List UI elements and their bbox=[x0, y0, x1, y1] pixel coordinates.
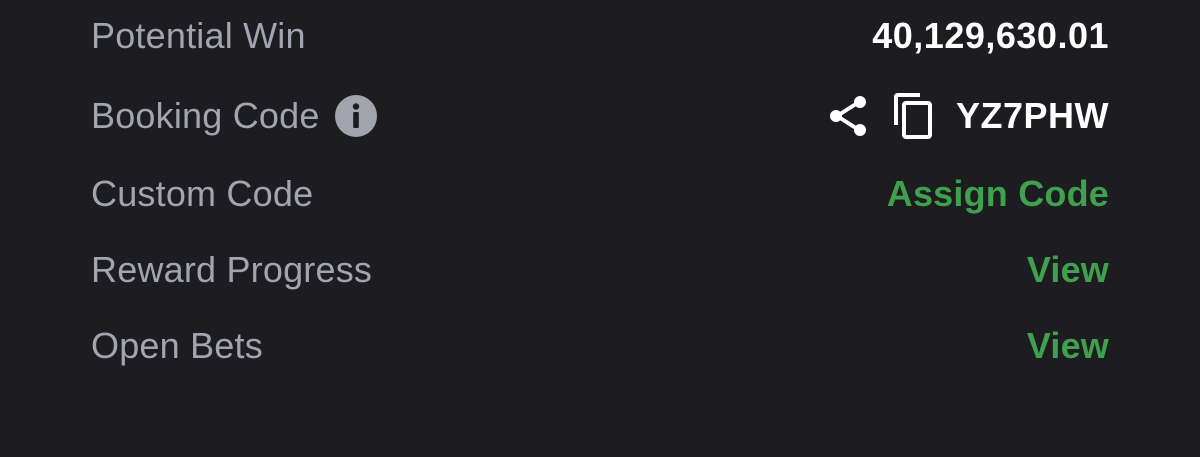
booking-code-actions: YZ7PHW bbox=[826, 93, 1109, 139]
booking-code-label: Booking Code bbox=[91, 95, 320, 136]
open-bets-row: Open Bets View bbox=[91, 316, 1109, 376]
open-bets-view-link[interactable]: View bbox=[1027, 325, 1109, 367]
reward-progress-label: Reward Progress bbox=[91, 249, 373, 290]
share-icon[interactable] bbox=[826, 94, 870, 138]
info-icon[interactable] bbox=[334, 94, 378, 138]
booking-code-row: Booking Code YZ7PHW bbox=[91, 86, 1109, 146]
booking-code-label-group: Booking Code bbox=[91, 94, 378, 138]
potential-win-value: 40,129,630.01 bbox=[872, 15, 1109, 56]
open-bets-label: Open Bets bbox=[91, 325, 263, 366]
reward-progress-view-link[interactable]: View bbox=[1027, 249, 1109, 291]
potential-win-row: Potential Win 40,129,630.01 bbox=[91, 6, 1109, 66]
custom-code-row: Custom Code Assign Code bbox=[91, 164, 1109, 224]
copy-icon[interactable] bbox=[892, 93, 936, 139]
assign-code-link[interactable]: Assign Code bbox=[887, 173, 1109, 215]
reward-progress-row: Reward Progress View bbox=[91, 240, 1109, 300]
potential-win-label: Potential Win bbox=[91, 15, 306, 56]
custom-code-label: Custom Code bbox=[91, 173, 314, 214]
booking-code-value[interactable]: YZ7PHW bbox=[956, 95, 1109, 137]
bet-summary-panel: Potential Win 40,129,630.01 Booking Code bbox=[0, 0, 1200, 457]
